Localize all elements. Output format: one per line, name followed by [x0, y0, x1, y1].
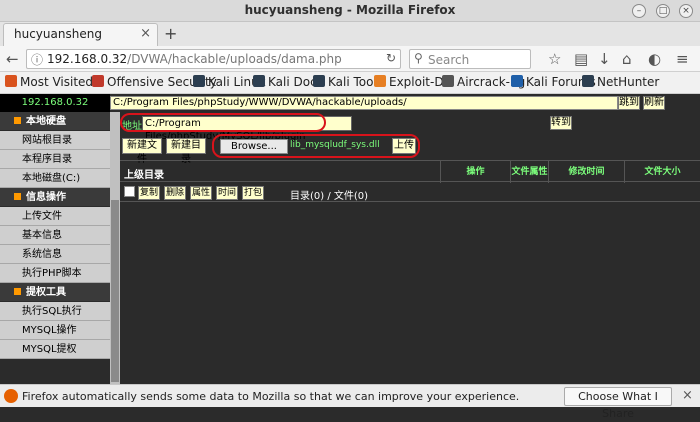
- notification-close-icon[interactable]: ×: [682, 388, 693, 403]
- server-ip: 192.168.0.32: [0, 94, 110, 112]
- sidebar-item-basic-info[interactable]: 基本信息: [0, 226, 110, 245]
- pack-button[interactable]: 打包: [242, 186, 264, 200]
- header-mtime: 修改时间: [548, 161, 624, 183]
- sidebar-section-privesc-tools: 提权工具: [0, 283, 110, 302]
- select-all-checkbox[interactable]: [124, 186, 135, 197]
- back-icon[interactable]: ←: [6, 50, 19, 68]
- bookmark-icon: [313, 75, 325, 87]
- current-path-field[interactable]: C:/Program Files/phpStudy/WWW/DVWA/hacka…: [110, 96, 618, 110]
- file-manager: 地址 C:/Program Files/phpStudy/MySQL/lib/p…: [120, 112, 700, 384]
- refresh-button[interactable]: 刷新: [643, 96, 665, 110]
- sidebar-section-local-disk: 本地硬盘: [0, 112, 110, 131]
- section-bullet-icon: [14, 193, 21, 200]
- sidebar-item-upload-file[interactable]: 上传文件: [0, 207, 110, 226]
- header-attr: 文件属性: [510, 161, 548, 183]
- delete-button[interactable]: 删除: [164, 186, 186, 200]
- section-title: 信息操作: [26, 192, 66, 203]
- notification-bar: Firefox automatically sends some data to…: [0, 384, 700, 420]
- sidebar-item-exec-sql[interactable]: 执行SQL执行: [0, 302, 110, 321]
- url-path: /DVWA/hackable/uploads/dama.php: [127, 52, 342, 66]
- url-text: 192.168.0.32/DVWA/hackable/uploads/dama.…: [47, 52, 342, 66]
- sidebar-item-web-root[interactable]: 网站根目录: [0, 131, 110, 150]
- sidebar: 本地硬盘 网站根目录 本程序目录 本地磁盘(C:) 信息操作 上传文件 基本信息…: [0, 112, 110, 384]
- header-size: 文件大小: [624, 161, 700, 183]
- sidebar-item-exec-php[interactable]: 执行PHP脚本: [0, 264, 110, 283]
- bookmarks-toolbar: Most Visited ▾ Offensive Security Kali L…: [0, 72, 700, 94]
- bookmark-icon: [511, 75, 523, 87]
- time-button[interactable]: 时间: [216, 186, 238, 200]
- action-row: 复制 删除 属性 时间 打包 目录(0) / 文件(0): [120, 184, 700, 202]
- info-icon[interactable]: ⓘ: [31, 51, 43, 68]
- bookmark-icon: [193, 75, 205, 87]
- sidebar-item-mysql-privesc[interactable]: MYSQL提权: [0, 340, 110, 359]
- url-host: 192.168.0.32: [47, 52, 128, 66]
- nav-toolbar: ← ⓘ 192.168.0.32/DVWA/hackable/uploads/d…: [0, 46, 700, 72]
- parent-dir-link[interactable]: 上级目录: [124, 166, 164, 181]
- search-placeholder: Search: [428, 53, 470, 67]
- notification-message: Firefox automatically sends some data to…: [22, 390, 520, 403]
- tab-active[interactable]: hucyuansheng ×: [3, 23, 158, 46]
- window-titlebar: hucyuansheng - Mozilla Firefox – □ ×: [0, 0, 700, 22]
- file-summary: 目录(0) / 文件(0): [290, 191, 369, 202]
- bookmark-label: NetHunter: [597, 75, 660, 89]
- star-icon[interactable]: ☆: [548, 50, 561, 68]
- bookmark-label: Most Visited: [20, 75, 94, 89]
- new-file-button[interactable]: 新建文件: [122, 138, 162, 165]
- sidebar-scrollbar[interactable]: [110, 112, 120, 384]
- reload-icon[interactable]: ↻: [386, 51, 396, 65]
- jump-button[interactable]: 跳到: [618, 96, 640, 110]
- window-title: hucyuansheng - Mozilla Firefox: [244, 3, 456, 17]
- tab-close-icon[interactable]: ×: [140, 26, 151, 41]
- copy-button[interactable]: 复制: [138, 186, 160, 200]
- bookmark-kali-tools[interactable]: Kali Tools: [313, 75, 383, 89]
- search-icon: ⚲: [414, 51, 423, 65]
- bookmark-icon: [5, 75, 17, 87]
- home-icon[interactable]: ⌂: [622, 50, 632, 68]
- sidebar-item-local-disk-c[interactable]: 本地磁盘(C:): [0, 169, 110, 188]
- upload-highlight: [212, 134, 420, 158]
- bookmark-icon: [374, 75, 386, 87]
- header-action: 操作: [440, 161, 510, 183]
- webshell-page: 192.168.0.32 C:/Program Files/phpStudy/W…: [0, 94, 700, 384]
- bookmark-icon: [92, 75, 104, 87]
- attr-button[interactable]: 属性: [190, 186, 212, 200]
- menu-icon[interactable]: ≡: [676, 50, 689, 68]
- bookmark-most-visited[interactable]: Most Visited ▾: [5, 75, 103, 89]
- section-bullet-icon: [14, 288, 21, 295]
- sidebar-item-program-dir[interactable]: 本程序目录: [0, 150, 110, 169]
- close-window-icon[interactable]: ×: [679, 4, 693, 18]
- new-tab-icon[interactable]: +: [164, 24, 177, 43]
- url-bar[interactable]: ⓘ 192.168.0.32/DVWA/hackable/uploads/dam…: [26, 49, 401, 69]
- sidebar-item-mysql-ops[interactable]: MYSQL操作: [0, 321, 110, 340]
- choose-what-i-share-button[interactable]: Choose What I Share: [564, 387, 672, 420]
- search-bar[interactable]: ⚲ Search: [409, 49, 531, 69]
- sidebar-item-system-info[interactable]: 系统信息: [0, 245, 110, 264]
- minimize-icon[interactable]: –: [632, 4, 646, 18]
- tab-bar: hucyuansheng × +: [0, 22, 700, 46]
- section-title: 本地硬盘: [26, 116, 66, 127]
- bookmark-icon: [582, 75, 594, 87]
- maximize-icon[interactable]: □: [656, 4, 670, 18]
- address-highlight: [120, 113, 326, 132]
- section-bullet-icon: [14, 117, 21, 124]
- pocket-icon[interactable]: ◐: [648, 50, 661, 68]
- firefox-icon: [4, 389, 18, 403]
- goto-button[interactable]: 转到: [550, 116, 572, 130]
- section-title: 提权工具: [26, 287, 66, 298]
- scrollbar-thumb[interactable]: [111, 200, 119, 382]
- library-icon[interactable]: ▤: [574, 50, 588, 68]
- file-table-header: 上级目录 操作 文件属性 修改时间 文件大小: [120, 160, 700, 183]
- sidebar-section-info-ops: 信息操作: [0, 188, 110, 207]
- download-icon[interactable]: ↓: [598, 50, 611, 68]
- bookmark-exploit-db[interactable]: Exploit-DB: [374, 75, 452, 89]
- bookmark-icon: [253, 75, 265, 87]
- new-dir-button[interactable]: 新建目录: [166, 138, 206, 165]
- bookmark-icon: [442, 75, 454, 87]
- bookmark-nethunter[interactable]: NetHunter: [582, 75, 659, 89]
- tab-label: hucyuansheng: [14, 27, 102, 41]
